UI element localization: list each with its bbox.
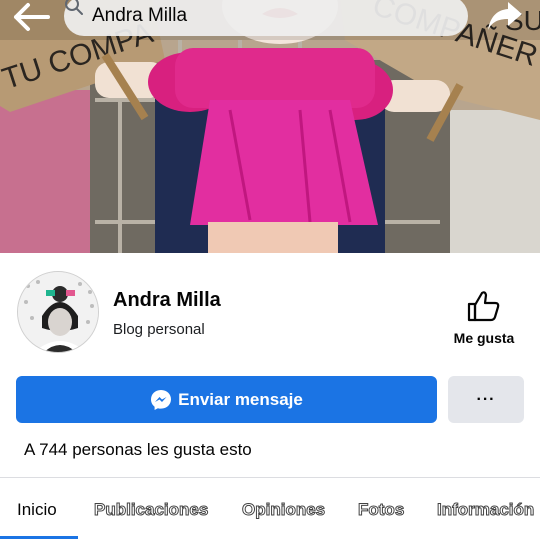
messenger-icon: [151, 389, 172, 410]
send-message-button[interactable]: Enviar mensaje: [16, 376, 437, 423]
send-message-label: Enviar mensaje: [178, 389, 303, 409]
share-icon: [488, 2, 522, 30]
profile-avatar[interactable]: [17, 271, 99, 353]
tab-publicaciones[interactable]: Publicaciones: [93, 500, 208, 520]
cover-photo[interactable]: TU COMPA COMPAÑER SU A: [0, 0, 540, 253]
share-button[interactable]: [486, 0, 524, 32]
tab-opiniones[interactable]: Opiniones: [241, 500, 325, 520]
avatar-image: [18, 272, 98, 352]
likes-count-text: A 744 personas les gusta esto: [24, 440, 252, 459]
more-options-icon: ···: [476, 390, 496, 408]
like-label: Me gusta: [453, 330, 515, 346]
back-arrow-icon: [14, 3, 50, 31]
tab-fotos[interactable]: Fotos: [357, 500, 404, 520]
back-button[interactable]: [12, 2, 52, 32]
active-tab-indicator: [0, 536, 78, 539]
search-query-text: Andra Milla: [92, 5, 188, 26]
tab-inicio[interactable]: Inicio: [17, 500, 57, 520]
search-icon: [65, 0, 83, 15]
thumbs-up-icon: [467, 291, 500, 322]
cover-illustration: TU COMPA COMPAÑER SU: [0, 0, 540, 253]
more-options-button[interactable]: ···: [448, 376, 524, 423]
page-title: Andra Milla: [113, 289, 221, 311]
search-bar[interactable]: Andra Milla: [64, 0, 468, 36]
like-button[interactable]: Me gusta: [444, 290, 524, 350]
tab-informacion[interactable]: Información: [436, 500, 534, 520]
page-category: Blog personal: [113, 321, 205, 338]
page-tabs: Inicio Publicaciones Opiniones Fotos Inf…: [0, 478, 540, 540]
